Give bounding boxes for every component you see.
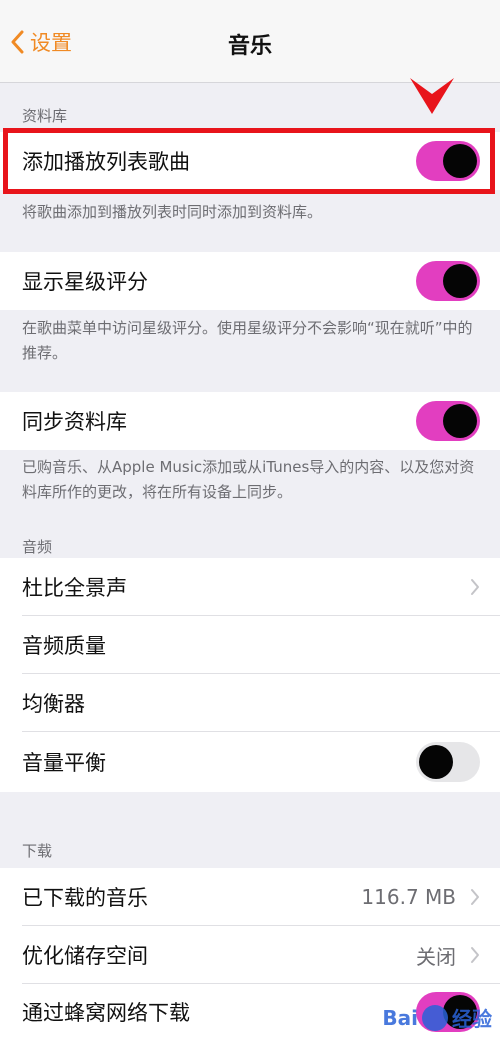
chevron-right-icon <box>471 579 479 595</box>
sound-check-toggle[interactable] <box>416 742 480 782</box>
show-star-ratings-footer: 在歌曲菜单中访问星级评分。使用星级评分不会影响“现在就听”中的推荐。 <box>22 319 473 362</box>
dolby-atmos-label: 杜比全景声 <box>22 576 127 600</box>
group-sync-library: 同步资料库 <box>0 392 500 450</box>
row-show-star-ratings[interactable]: 显示星级评分 <box>0 252 500 310</box>
baidu-watermark: Bai 经验 <box>382 1003 492 1032</box>
paw-logo-icon <box>422 1004 448 1031</box>
page-title: 音乐 <box>227 34 272 59</box>
section-header-library: 资料库 <box>22 107 68 125</box>
chevron-right-icon <box>471 889 479 905</box>
group-show-star-ratings: 显示星级评分 <box>0 252 500 310</box>
show-star-ratings-toggle[interactable] <box>416 261 480 301</box>
section-header-downloads: 下载 <box>22 842 53 860</box>
toggle-knob <box>443 264 477 298</box>
sync-library-toggle[interactable] <box>416 401 480 441</box>
row-optimize-storage[interactable]: 优化储存空间 关闭 <box>0 926 500 984</box>
chevron-right-icon <box>471 947 479 963</box>
toggle-knob <box>443 404 477 438</box>
arrow-down-icon <box>410 78 454 114</box>
group-audio: 杜比全景声 音频质量 均衡器 音量平衡 <box>0 558 500 792</box>
watermark-text-right: 经验 <box>452 1007 492 1031</box>
optimize-storage-value: 关闭 <box>416 944 456 969</box>
row-dolby-atmos[interactable]: 杜比全景声 <box>0 558 500 616</box>
equalizer-label: 均衡器 <box>22 692 85 716</box>
row-equalizer[interactable]: 均衡器 <box>0 674 500 732</box>
show-star-ratings-label: 显示星级评分 <box>22 270 148 294</box>
add-playlist-songs-footer: 将歌曲添加到播放列表时同时添加到资料库。 <box>22 203 323 221</box>
cellular-download-label: 通过蜂窝网络下载 <box>22 1001 190 1025</box>
downloaded-music-size: 116.7 MB <box>361 885 456 909</box>
row-audio-quality[interactable]: 音频质量 <box>0 616 500 674</box>
toggle-knob <box>419 745 453 779</box>
section-header-audio: 音频 <box>22 538 53 556</box>
sync-library-label: 同步资料库 <box>22 410 127 434</box>
watermark-text-left: Bai <box>382 1005 418 1030</box>
row-sound-check[interactable]: 音量平衡 <box>0 732 500 792</box>
sound-check-label: 音量平衡 <box>22 751 106 775</box>
sync-library-footer: 已购音乐、从Apple Music添加或从iTunes导入的内容、以及您对资料库… <box>22 458 475 501</box>
downloaded-music-label: 已下载的音乐 <box>22 886 148 910</box>
optimize-storage-label: 优化储存空间 <box>22 944 148 968</box>
row-downloaded-music[interactable]: 已下载的音乐 116.7 MB <box>0 868 500 926</box>
navigation-bar: 设置 音乐 <box>0 0 500 83</box>
audio-quality-label: 音频质量 <box>22 634 106 658</box>
highlight-box <box>3 128 495 194</box>
row-sync-library[interactable]: 同步资料库 <box>0 392 500 450</box>
